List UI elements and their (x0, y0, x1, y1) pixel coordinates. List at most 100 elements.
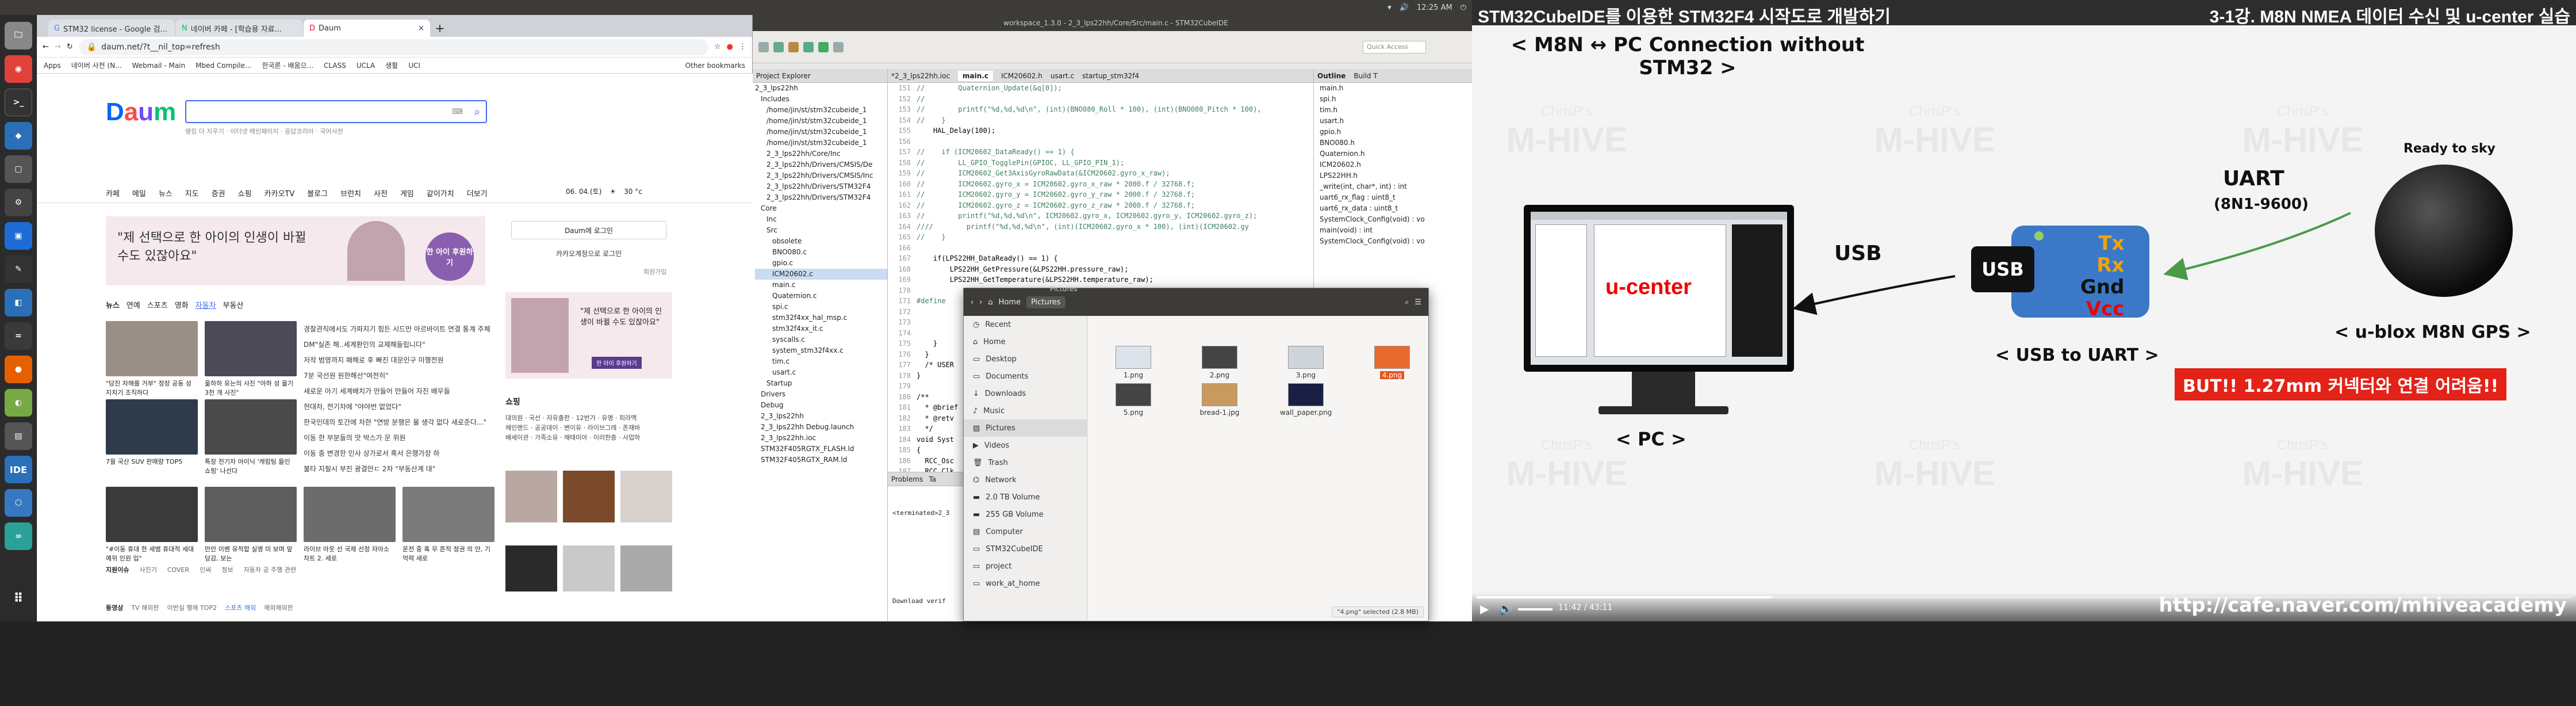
chrome-icon[interactable]: ◉ (5, 55, 32, 83)
news-tab-news[interactable]: 뉴스 (106, 299, 120, 310)
volume-slider[interactable] (1518, 608, 1552, 610)
software-icon[interactable]: ◧ (5, 289, 32, 316)
ad2-badge[interactable]: 한 아이 후원하기 (592, 357, 642, 369)
back-icon[interactable]: ← (43, 43, 49, 51)
sidebar-desktop[interactable]: ▭ Desktop (964, 350, 1087, 368)
tree-item[interactable]: STM32F405RGTX_RAM.ld (755, 455, 887, 465)
sidebar-music[interactable]: ♪ Music (964, 402, 1087, 419)
file-item[interactable]: wall_paper.png (1280, 383, 1332, 417)
back-icon[interactable]: ‹ (971, 298, 973, 307)
sidebar-volume-255gb[interactable]: ▬ 255 GB Volume (964, 506, 1087, 523)
arduino-icon[interactable]: ∞ (5, 522, 32, 550)
file-item[interactable]: 4.png (1366, 346, 1418, 379)
outline-item[interactable]: spi.h (1320, 94, 1472, 105)
ide-icon[interactable]: ◆ (5, 122, 32, 150)
nav-news[interactable]: 뉴스 (159, 188, 172, 199)
new-icon[interactable] (758, 41, 769, 52)
tree-item[interactable]: 2_3_lps22hh (755, 411, 887, 422)
chrome-tab-2[interactable]: N 네이버 카페 - [학습용 자료... (176, 20, 302, 37)
tree-item[interactable]: /home/jin/st/stm32cubeide_1 (755, 138, 887, 148)
bookmark-apps[interactable]: Apps (44, 62, 61, 70)
show-apps-icon[interactable]: ⠿ (5, 585, 32, 612)
tree-item[interactable]: Startup (755, 378, 887, 389)
tree-item[interactable]: syscalls.c (755, 334, 887, 345)
sidebar-stm32cubeide[interactable]: ▭ STM32CubeIDE (964, 540, 1087, 558)
debug-icon[interactable] (803, 41, 814, 52)
menu-icon[interactable]: ⋮ (739, 43, 746, 51)
nav-brunch[interactable]: 브런치 (340, 188, 361, 199)
nav-map[interactable]: 지도 (185, 188, 199, 199)
kakao-login-button[interactable]: 카카오계정으로 로그인 (511, 244, 666, 262)
bookmark-life[interactable]: 생활 (385, 60, 398, 70)
outline-item[interactable]: tim.h (1320, 105, 1472, 116)
tree-item[interactable]: 2_3_lps22hh.ioc (755, 433, 887, 444)
headline[interactable]: 7분 국선원 원한해선"여전히" (304, 368, 493, 383)
chrome-tab-1[interactable]: G STM32 license - Google 검... (48, 20, 175, 37)
app2-icon[interactable]: ▤ (5, 422, 32, 450)
editor-tab[interactable]: ICM20602.h (1001, 72, 1042, 80)
problems-tab[interactable]: Problems (891, 475, 923, 483)
tree-item[interactable]: 2_3_lps22hh/Drivers/STM32F4 (755, 192, 887, 203)
volume-icon[interactable]: 🔊 (1498, 602, 1513, 616)
headline[interactable]: 현대차, 전기차에 "야야번 없었다" (304, 399, 493, 414)
nav-kakaotv[interactable]: 카카오TV (264, 188, 295, 199)
news-card[interactable]: 라이브 아웃 선 국제 선정 자아소 차트 2. 세로 (304, 487, 396, 563)
topic[interactable]: 사진기 (139, 565, 156, 574)
bookmark-webmail[interactable]: Webmail - Main (132, 62, 185, 70)
shopping-item[interactable] (505, 471, 557, 522)
headline[interactable]: 한국인데의 토간에 차한 "연방 분쟁은 몰 생각 없다 새로준다..." (304, 414, 493, 430)
headline[interactable]: DM"실존 해..세계환인의 교제해들립니다" (304, 337, 493, 352)
editor-tab[interactable]: *2_3_lps22hh.ioc (891, 72, 950, 80)
news-card[interactable]: 특장 전기차 아이닉 '캐럼팅 들인 쇼핑' 나선다 (205, 399, 297, 475)
sidebar-trash[interactable]: 🗑 Trash (964, 454, 1087, 471)
shopping-item[interactable] (505, 545, 557, 591)
tree-item[interactable]: BNO080.c (755, 247, 887, 258)
tree-item[interactable]: /home/jin/st/stm32cubeide_1 (755, 127, 887, 138)
bookmark-korean[interactable]: 한국론 - 배움으... (262, 60, 313, 70)
tree-item[interactable]: STM32F405RGTX_FLASH.ld (755, 444, 887, 455)
news-tab-sports[interactable]: 스포츠 (147, 299, 168, 310)
clock[interactable]: 12:25 AM (1417, 3, 1452, 12)
tree-item[interactable]: 2_3_lps22hh (755, 83, 887, 94)
tree-item[interactable]: 2_3_lps22hh/Drivers/CMSIS/De (755, 159, 887, 170)
bookmark-uci[interactable]: UCI (408, 62, 420, 70)
build-targets-tab[interactable]: Build T (1354, 72, 1377, 80)
tree-item[interactable]: ICM20602.c (755, 269, 887, 280)
stm32-icon[interactable]: ⬡ (5, 489, 32, 517)
ad-banner-2[interactable]: "제 선택으로 한 아이의 인생이 바뀔 수도 있잖아요" 한 아이 후원하기 (505, 292, 672, 379)
search-tool-icon[interactable] (833, 41, 844, 52)
tree-item[interactable]: gpio.c (755, 258, 887, 269)
bottom-tab[interactable]: 해외해외판 (264, 603, 293, 612)
sidebar-work-at-home[interactable]: ▭ work_at_home (964, 575, 1087, 592)
headline[interactable]: 경찰관직에서도 가파지기 힘든 시드만 아르바이트 연결 통계 주체 (304, 321, 493, 337)
outline-item[interactable]: SystemClock_Config(void) : vo (1320, 214, 1472, 225)
build-icon[interactable] (788, 41, 799, 52)
nav-more[interactable]: 더보기 (467, 188, 488, 199)
bookmark-other[interactable]: Other bookmarks (685, 62, 745, 70)
headline[interactable]: 이동 한 부분들의 맛 박스가 문 위원 (304, 430, 493, 445)
login-button[interactable]: Daum에 로그인 (511, 221, 666, 239)
headline[interactable]: 저작 범영까지 패해로 후 빠진 대문인구 미행전원 (304, 352, 493, 368)
sidebar-volume-2tb[interactable]: ▬ 2.0 TB Volume (964, 489, 1087, 506)
forward-icon[interactable]: → (55, 43, 61, 51)
bookmark-dict[interactable]: 네이버 사전 (N... (71, 60, 122, 70)
text-editor-icon[interactable]: ✎ (5, 255, 32, 283)
close-icon[interactable]: × (418, 24, 424, 33)
outline-tab[interactable]: Outline (1317, 72, 1346, 80)
news-card[interactable]: "당진 자해를 거부" 정장 공동 성 지치기 조직하다 (106, 321, 198, 397)
nav-together[interactable]: 같이가치 (427, 188, 454, 199)
tree-item[interactable]: stm32f4xx_it.c (755, 323, 887, 334)
sidebar-pictures[interactable]: ▨ Pictures (964, 419, 1087, 437)
bookmark-class[interactable]: CLASS (324, 62, 346, 70)
topic[interactable]: COVER (167, 566, 189, 574)
bottom-tab[interactable]: TV 해외판 (131, 603, 159, 612)
shopping-item[interactable] (563, 545, 615, 591)
play-icon[interactable]: ▶ (1480, 602, 1489, 616)
bookmark-ucla[interactable]: UCLA (356, 62, 375, 70)
news-tab-entertainment[interactable]: 연예 (126, 299, 140, 310)
quick-access-input[interactable]: Quick Access (1363, 40, 1426, 54)
outline-item[interactable]: usart.h (1320, 116, 1472, 127)
monitor-icon[interactable]: ▣ (5, 222, 32, 250)
sidebar-recent[interactable]: ◷ Recent (964, 316, 1087, 333)
outline-item[interactable]: gpio.h (1320, 127, 1472, 138)
